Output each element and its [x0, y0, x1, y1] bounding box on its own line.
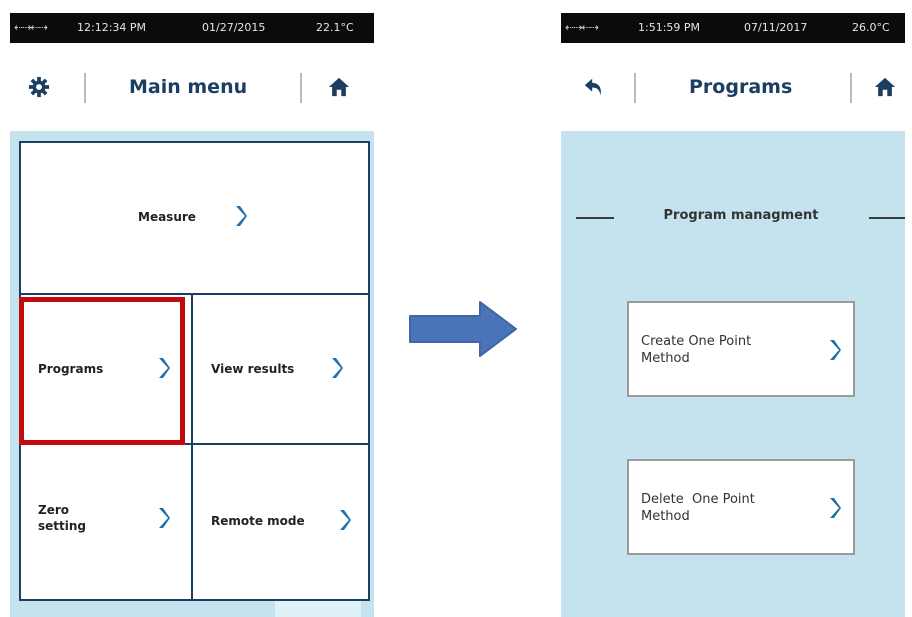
status-bar: ⇠⇢⇠⇢ 12:12:34 PM 01/27/2015 22.1°C: [10, 13, 374, 43]
status-bar: ⇠⇢⇠⇢ 1:51:59 PM 07/11/2017 26.0°C: [561, 13, 905, 43]
remote-mode-tile[interactable]: Remote mode: [193, 445, 368, 599]
header-bar: Programs: [561, 43, 905, 131]
programs-screen: ⇠⇢⇠⇢ 1:51:59 PM 07/11/2017 26.0°C Progra…: [561, 13, 905, 617]
zero-setting-label-line1: Zero: [38, 503, 70, 517]
status-time: 1:51:59 PM: [638, 21, 701, 34]
zero-setting-label-line2: setting: [38, 519, 86, 533]
back-icon[interactable]: [583, 76, 605, 98]
header-divider: [634, 73, 636, 103]
transition-arrow: [409, 301, 517, 357]
grid-divider: [191, 293, 193, 599]
delete-one-point-method-button[interactable]: Delete One Point Method: [627, 459, 855, 555]
home-icon[interactable]: [874, 76, 896, 98]
chevron-right-icon: [340, 510, 351, 530]
button-label-line2: Method: [641, 351, 690, 366]
header-divider: [850, 73, 852, 103]
status-date: 01/27/2015: [202, 21, 266, 34]
grid-divider: [21, 443, 368, 445]
view-results-tile[interactable]: View results: [193, 295, 368, 443]
section-rule-left: [576, 217, 614, 219]
grid-divider: [21, 293, 368, 295]
remote-mode-label: Remote mode: [211, 514, 305, 528]
gear-icon[interactable]: [28, 76, 50, 98]
status-date: 07/11/2017: [744, 21, 808, 34]
section-rule-right: [869, 217, 905, 219]
status-time: 12:12:34 PM: [77, 21, 147, 34]
menu-grid: Measure Programs View results Zero setti…: [19, 141, 370, 601]
chevron-right-icon: [236, 206, 247, 226]
view-results-label: View results: [211, 362, 295, 376]
button-label: Delete One Point Method: [641, 491, 801, 525]
bottom-strip: [275, 601, 361, 617]
header-divider: [84, 73, 86, 103]
programs-label: Programs: [38, 362, 104, 376]
header-bar: Main menu: [10, 43, 374, 131]
page-title: Programs: [689, 76, 793, 98]
chevron-right-icon: [332, 358, 343, 378]
create-one-point-method-button[interactable]: Create One Point Method: [627, 301, 855, 397]
chevron-right-icon: [159, 358, 170, 378]
status-temperature: 26.0°C: [852, 21, 890, 34]
main-menu-screen: ⇠⇢⇠⇢ 12:12:34 PM 01/27/2015 22.1°C Main …: [10, 13, 374, 617]
status-temperature: 22.1°C: [316, 21, 354, 34]
chevron-right-icon: [159, 508, 170, 528]
chevron-right-icon: [830, 340, 841, 360]
usb-icon: ⇠⇢⇠⇢: [565, 21, 599, 34]
zero-setting-tile[interactable]: Zero setting: [21, 445, 191, 599]
button-label-line1: Delete One Point: [641, 492, 755, 507]
button-label: Create One Point Method: [641, 333, 801, 367]
chevron-right-icon: [830, 498, 841, 518]
home-icon[interactable]: [328, 76, 350, 98]
section-title: Program managment: [663, 208, 819, 223]
programs-tile[interactable]: Programs: [21, 295, 191, 443]
button-label-line1: Create One Point: [641, 334, 752, 349]
measure-label: Measure: [138, 210, 196, 224]
usb-icon: ⇠⇢⇠⇢: [14, 21, 48, 34]
measure-tile[interactable]: Measure: [21, 143, 368, 293]
button-label-line2: Method: [641, 509, 690, 524]
page-title: Main menu: [129, 76, 248, 98]
header-divider: [300, 73, 302, 103]
